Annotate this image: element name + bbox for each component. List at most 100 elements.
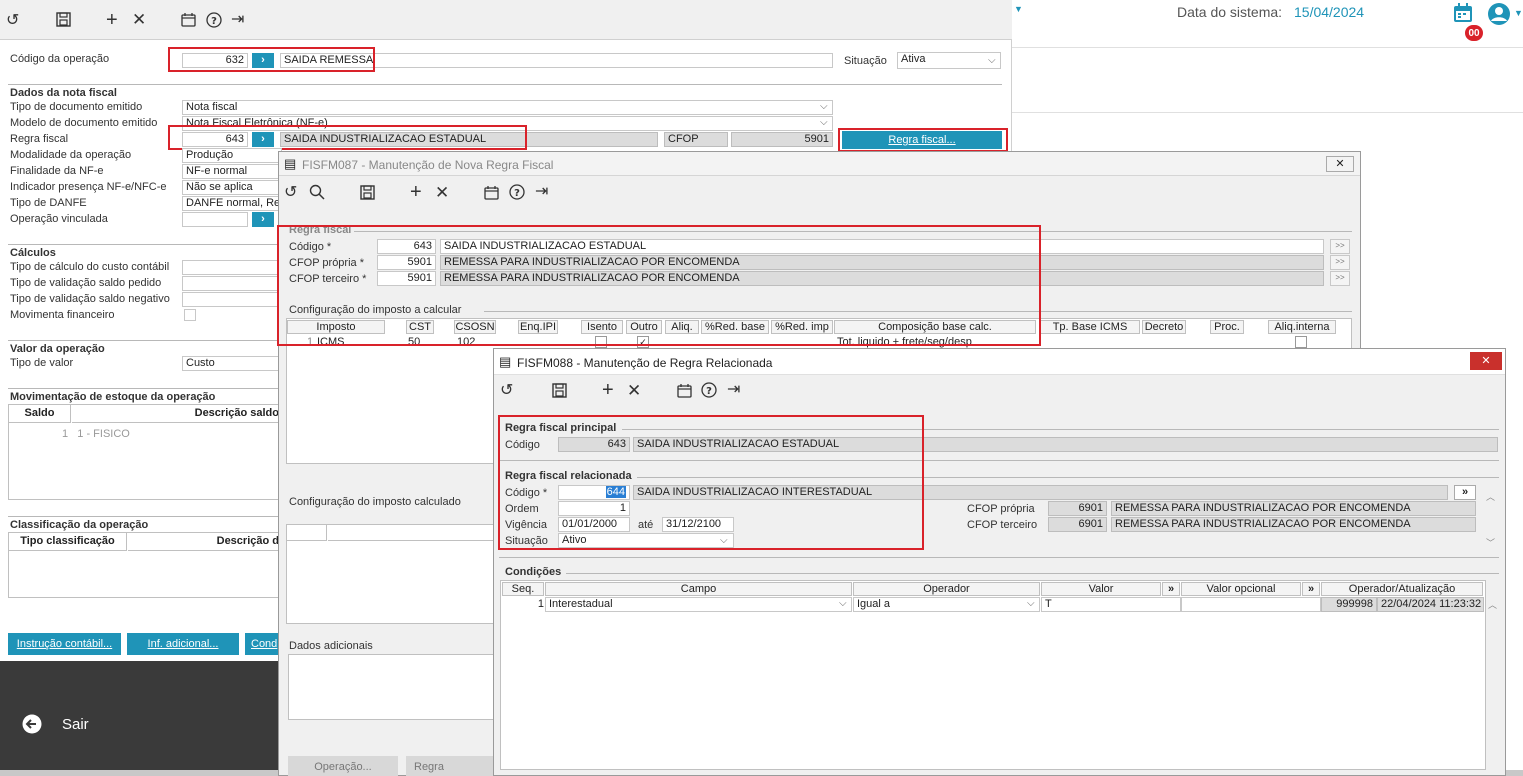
save-icon[interactable] [360,185,375,205]
operacao-vinculada-go-button[interactable]: › [252,212,274,227]
col-operador-atualizacao[interactable]: Operador/Atualização [1321,582,1483,596]
mov-col-saldo[interactable]: Saldo [9,405,71,423]
col-campo[interactable]: Campo [545,582,852,596]
undo-icon[interactable]: ↺ [284,184,297,202]
situacao-select[interactable]: Ativo [558,533,734,548]
movimenta-financeiro-checkbox[interactable] [184,309,196,321]
regra-relacionada-button[interactable]: Regra relacionad [406,756,496,776]
undo-icon[interactable]: ↺ [500,382,513,400]
add-icon[interactable]: + [602,380,614,400]
cfop-terceiro-field[interactable]: 5901 [377,271,436,286]
tipo-valor-select[interactable]: Custo [182,356,282,371]
col-valor[interactable]: Valor [1041,582,1161,596]
codigo-field[interactable]: 643 [377,239,436,254]
close-icon[interactable]: ✕ [627,382,641,400]
col-seq[interactable]: Seq. [502,582,544,596]
scroll-up-icon[interactable]: ︿ [1488,598,1497,611]
col-aliq[interactable]: Aliq. [665,320,699,334]
regra-fiscal-field[interactable]: 643 [182,132,248,147]
mov-col-desc[interactable]: Descrição saldo [72,405,279,423]
modalidade-select[interactable]: Produção [182,148,282,163]
outro-checkbox[interactable]: ✓ [637,336,649,348]
vigencia-ate-field[interactable]: 31/12/2100 [662,517,734,532]
regra-fiscal-go-button[interactable]: › [252,132,274,147]
close-window-icon[interactable]: ✕ [1470,352,1502,370]
col-enq-ipi[interactable]: Enq.IPI [518,320,558,334]
campo-select[interactable]: Interestadual [545,597,852,612]
calendar-icon[interactable] [677,383,692,403]
save-icon[interactable] [56,12,71,32]
vigencia-de-field[interactable]: 01/01/2000 [558,517,630,532]
add-icon[interactable]: + [410,182,422,202]
expand-icon[interactable]: >> [1330,271,1350,286]
col-red-imp[interactable]: %Red. imp [771,320,833,334]
expand-icon[interactable]: >> [1330,239,1350,254]
back-arrow-icon[interactable] [22,714,42,734]
codigo-operacao-go-button[interactable]: › [252,53,274,68]
table-row[interactable]: 1 1 - FISICO [9,426,279,442]
col-proc[interactable]: Proc. [1210,320,1244,334]
codigo-operacao-field[interactable]: 632 [182,53,248,68]
finalidade-select[interactable]: NF-e normal [182,164,282,179]
indicador-presenca-select[interactable]: Não se aplica [182,180,282,195]
tipo-danfe-select[interactable]: DANFE normal, Ret [182,196,282,211]
calendar-icon[interactable] [484,185,499,205]
validacao-pedido-select[interactable] [182,276,282,291]
calendar-icon[interactable] [181,12,196,32]
close-icon[interactable]: ✕ [435,184,449,202]
collapse-arrow-icon[interactable]: ▼ [1014,4,1023,14]
table-row[interactable]: 1 Interestadual ⌵ Igual a ⌵ T 999998 22/… [502,597,1484,613]
scroll-down-icon[interactable]: ﹀ [1486,536,1495,549]
col-decreto[interactable]: Decreto [1142,320,1186,334]
relacionada-codigo-field[interactable]: 644 [558,485,630,500]
exit-icon[interactable]: ⇥ [535,183,548,201]
col-cst[interactable]: CST [406,320,434,334]
expand-icon[interactable]: » [1302,582,1320,596]
valor-field[interactable]: T [1041,597,1181,612]
scroll-up-icon[interactable]: ︿ [1486,490,1495,503]
help-icon[interactable]: ? [206,12,222,33]
aliq-interna-checkbox[interactable] [1295,336,1307,348]
valor-opcional-field[interactable] [1181,597,1321,612]
inf-adicional-button[interactable]: Inf. adicional... [127,633,239,655]
help-icon[interactable]: ? [701,382,717,403]
col-aliq-interna[interactable]: Aliq.interna [1268,320,1336,334]
operacao-button[interactable]: Operação... [288,756,398,776]
cfop-propria-field[interactable]: 5901 [377,255,436,270]
expand-icon[interactable]: >> [1330,255,1350,270]
user-menu-chevron-icon[interactable]: ▼ [1514,8,1523,18]
search-icon[interactable] [309,184,325,205]
undo-icon[interactable]: ↺ [6,12,19,30]
modelo-documento-select[interactable]: Nota Fiscal Eletrônica (NF-e) [182,116,833,131]
ordem-field[interactable]: 1 [558,501,630,516]
col-tp-base-icms[interactable]: Tp. Base ICMS [1040,320,1140,334]
col-isento[interactable]: Isento [581,320,623,334]
instrucao-contabil-button[interactable]: Instrução contábil... [8,633,121,655]
situacao-select[interactable]: Ativa [897,52,1001,69]
isento-checkbox[interactable] [595,336,607,348]
exit-icon[interactable]: ⇥ [727,381,740,399]
col-valor-opcional[interactable]: Valor opcional [1181,582,1301,596]
close-icon[interactable]: ✕ [132,11,146,29]
calculo-custo-select[interactable] [182,260,282,275]
save-icon[interactable] [552,383,567,403]
dados-adicionais-box[interactable] [288,654,496,720]
user-avatar-icon[interactable] [1487,2,1511,26]
tipo-documento-select[interactable]: Nota fiscal [182,100,833,115]
col-outro[interactable]: Outro [626,320,662,334]
help-icon[interactable]: ? [509,184,525,205]
col-composicao[interactable]: Composição base calc. [834,320,1036,334]
add-icon[interactable]: + [106,10,118,30]
validacao-negativo-select[interactable] [182,292,282,307]
col-operador[interactable]: Operador [853,582,1040,596]
col-imposto[interactable]: Imposto [287,320,385,334]
operador-select[interactable]: Igual a [853,597,1040,612]
col-red-base[interactable]: %Red. base [701,320,769,334]
expand-icon[interactable]: » [1162,582,1180,596]
close-window-icon[interactable]: ✕ [1326,156,1354,172]
regra-fiscal-button[interactable]: Regra fiscal... [842,131,1002,149]
operacao-vinculada-field[interactable] [182,212,248,227]
expand-icon[interactable]: » [1454,485,1476,500]
class-col-tipo[interactable]: Tipo classificação [9,533,127,551]
calendar-icon[interactable] [1452,2,1474,24]
